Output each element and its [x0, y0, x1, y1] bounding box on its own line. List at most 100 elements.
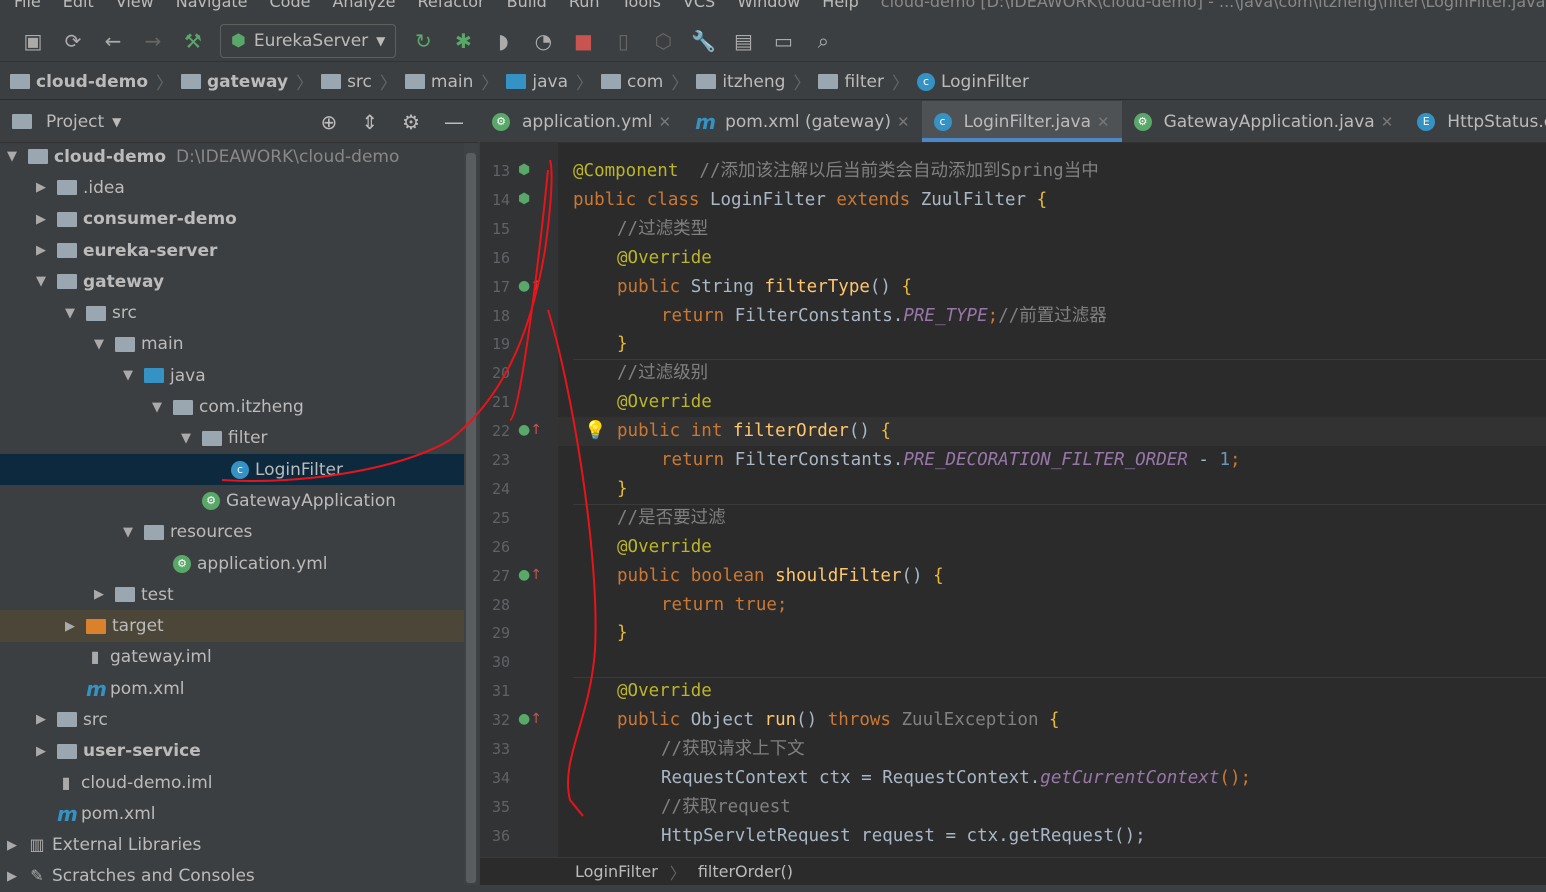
tree-item[interactable]: ▶ .idea — [0, 172, 464, 203]
menu-run[interactable]: Run — [569, 0, 600, 11]
menu-refactor[interactable]: Refactor — [418, 0, 485, 11]
tab-loginfilter-java[interactable]: c LoginFilter.java ✕ — [921, 101, 1122, 142]
tab-httpstatus-class[interactable]: E HttpStatus.class — [1405, 101, 1546, 142]
coverage-icon[interactable]: ◗ — [490, 28, 516, 54]
chevron-right-icon[interactable]: ▶ — [33, 212, 49, 227]
close-icon[interactable]: ✕ — [897, 113, 910, 131]
device-icon[interactable]: ▯ — [610, 28, 636, 54]
tree-item[interactable]: ▶ ✎ Scratches and Consoles — [0, 861, 464, 892]
chevron-down-icon[interactable]: ▼ — [112, 115, 121, 129]
rerun-icon[interactable]: ↻ — [410, 28, 436, 54]
settings-wrench-icon[interactable]: 🔧 — [690, 28, 716, 54]
chevron-right-icon[interactable]: ▶ — [33, 744, 49, 759]
menu-analyze[interactable]: Analyze — [332, 0, 395, 11]
menu-build[interactable]: Build — [507, 0, 547, 11]
tree-item[interactable]: ▼ main — [0, 329, 464, 360]
run-config-select[interactable]: ⬢ EurekaServer ▼ — [220, 23, 397, 58]
terminal-icon[interactable]: ▭ — [770, 28, 796, 54]
tree-item[interactable]: ▼ filter — [0, 423, 464, 454]
stop-icon[interactable]: ■ — [570, 28, 596, 54]
intention-bulb-icon[interactable]: 💡 — [584, 420, 606, 441]
chevron-right-icon[interactable]: ▶ — [4, 869, 20, 884]
tree-item[interactable]: ▶ eureka-server — [0, 235, 464, 266]
menu-view[interactable]: View — [116, 0, 154, 11]
chevron-down-icon[interactable]: ▼ — [4, 149, 20, 164]
tree-item[interactable]: m pom.xml — [0, 798, 464, 829]
menu-help[interactable]: Help — [822, 0, 858, 11]
save-icon[interactable]: ▣ — [20, 28, 46, 54]
build-hammer-icon[interactable]: ⚒ — [180, 28, 206, 54]
menu-vcs[interactable]: VCS — [683, 0, 715, 11]
tree-item[interactable]: ⚙ GatewayApplication — [0, 485, 464, 516]
tree-item[interactable]: c LoginFilter — [0, 453, 464, 486]
tab-gatewayapplication-java[interactable]: ⚙ GatewayApplication.java ✕ — [1122, 101, 1406, 142]
menu-edit[interactable]: Edit — [63, 0, 94, 11]
chevron-down-icon[interactable]: ▼ — [120, 525, 136, 540]
tree-item[interactable]: ▮ cloud-demo.iml — [0, 767, 464, 798]
search-icon[interactable]: ⌕ — [810, 28, 836, 54]
sync-icon[interactable]: ⟳ — [60, 28, 86, 54]
breadcrumb-item[interactable]: cloud-demo — [10, 72, 148, 92]
project-view-select[interactable]: Project — [46, 112, 104, 132]
chevron-down-icon[interactable]: ▼ — [62, 306, 78, 321]
chevron-down-icon[interactable]: ▼ — [149, 400, 165, 415]
menu-window[interactable]: Window — [737, 0, 800, 11]
code-area[interactable]: @Component //添加该注解以后当前类会自动添加到Spring当中 pub… — [558, 143, 1546, 857]
chevron-down-icon[interactable]: ▼ — [91, 337, 107, 352]
chevron-down-icon[interactable]: ▼ — [33, 274, 49, 289]
tree-item[interactable]: ▼ src — [0, 297, 464, 328]
breadcrumb-item[interactable]: c LoginFilter — [916, 72, 1029, 92]
breadcrumb-item[interactable]: main — [404, 72, 473, 92]
menu-tools[interactable]: Tools — [622, 0, 661, 11]
breadcrumb-item[interactable]: src — [321, 72, 372, 92]
menu-navigate[interactable]: Navigate — [176, 0, 248, 11]
project-scrollbar[interactable] — [464, 143, 478, 885]
override-icon[interactable]: ●↑ — [518, 711, 542, 727]
profile-icon[interactable]: ◔ — [530, 28, 556, 54]
tree-item[interactable]: ▶ user-service — [0, 736, 464, 767]
tree-item[interactable]: ⚙ application.yml — [0, 548, 464, 579]
collapse-all-icon[interactable]: ⇕ — [361, 110, 378, 134]
breadcrumb-item[interactable]: itzheng — [696, 72, 785, 92]
chevron-right-icon[interactable]: ▶ — [33, 180, 49, 195]
menu-file[interactable]: File — [14, 0, 41, 11]
breadcrumb-item[interactable]: com — [601, 72, 663, 92]
tree-item[interactable]: ▼ java — [0, 360, 464, 391]
close-icon[interactable]: ✕ — [1381, 113, 1394, 131]
gear-icon[interactable]: ⚙ — [402, 110, 420, 134]
override-icon[interactable]: ●↑ — [518, 278, 542, 294]
breadcrumb-item[interactable]: filter — [818, 72, 884, 92]
tree-item[interactable]: ▼ com.itzheng — [0, 391, 464, 422]
tree-item[interactable]: ▮ gateway.iml — [0, 642, 464, 673]
tree-item[interactable]: ▶ consumer-demo — [0, 204, 464, 235]
locate-icon[interactable]: ⊕ — [321, 110, 338, 134]
tree-item[interactable]: ▼ cloud-demo D:\IDEAWORK\cloud-demo — [0, 141, 464, 172]
override-icon[interactable]: ●↑ — [518, 567, 542, 583]
chevron-right-icon[interactable]: ▶ — [62, 619, 78, 634]
chevron-down-icon[interactable]: ▼ — [178, 431, 194, 446]
close-icon[interactable]: ✕ — [1097, 113, 1110, 131]
tab-pom-xml-gateway-[interactable]: m pom.xml (gateway) ✕ — [683, 101, 921, 142]
tree-item[interactable]: ▼ gateway — [0, 266, 464, 297]
spring-class-icon[interactable]: ⬢ — [518, 191, 530, 207]
override-icon[interactable]: ●↑ — [518, 422, 542, 438]
menu-code[interactable]: Code — [270, 0, 311, 11]
breadcrumb-method[interactable]: filterOrder() — [698, 862, 793, 881]
chevron-right-icon[interactable]: ▶ — [33, 243, 49, 258]
breadcrumb-class[interactable]: LoginFilter — [575, 862, 658, 881]
tree-item[interactable]: ▶ test — [0, 579, 464, 610]
project-structure-icon[interactable]: ▤ — [730, 28, 756, 54]
forward-icon[interactable]: → — [140, 28, 166, 54]
deploy-icon[interactable]: ⬡ — [650, 28, 676, 54]
hide-icon[interactable]: — — [444, 110, 464, 134]
breadcrumb-item[interactable]: gateway — [181, 72, 288, 92]
tree-item[interactable]: ▼ resources — [0, 517, 464, 548]
breadcrumb-item[interactable]: java — [506, 72, 568, 92]
tree-item[interactable]: m pom.xml — [0, 673, 464, 704]
debug-icon[interactable]: ✱ — [450, 28, 476, 54]
tree-item[interactable]: ▶ ▥ External Libraries — [0, 830, 464, 861]
tree-item[interactable]: ▶ src — [0, 704, 464, 735]
chevron-right-icon[interactable]: ▶ — [91, 587, 107, 602]
tab-application-yml[interactable]: ⚙ application.yml ✕ — [480, 101, 683, 142]
tree-item[interactable]: ▶ target — [0, 610, 464, 642]
